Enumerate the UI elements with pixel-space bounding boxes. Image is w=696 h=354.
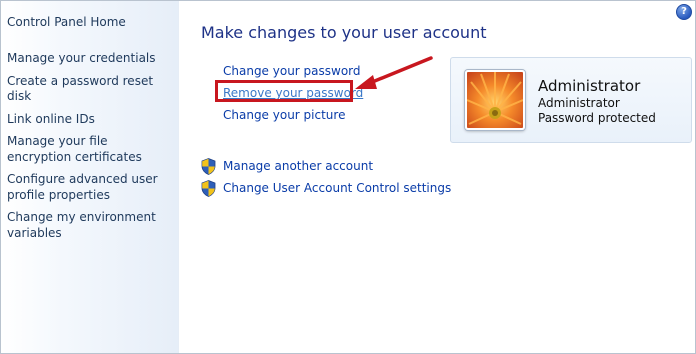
change-password-link[interactable]: Change your password (223, 64, 361, 78)
control-panel-home-link[interactable]: Control Panel Home (7, 15, 126, 29)
uac-settings-label: Change User Account Control settings (223, 181, 452, 195)
avatar[interactable] (465, 70, 525, 130)
manage-another-account-link[interactable]: Manage another account (201, 157, 373, 175)
left-sidebar: Control Panel Home Manage your credentia… (1, 1, 179, 353)
sidebar-item-link-online-ids[interactable]: Link online IDs (7, 112, 172, 128)
account-type: Administrator (538, 96, 620, 110)
sidebar-item-password-reset-disk[interactable]: Create a password reset disk (7, 74, 172, 105)
sidebar-item-manage-credentials[interactable]: Manage your credentials (7, 51, 172, 67)
uac-settings-link[interactable]: Change User Account Control settings (201, 179, 451, 197)
annotation-arrow-icon (355, 56, 433, 89)
sidebar-item-environment-variables[interactable]: Change my environment variables (7, 210, 172, 241)
sidebar-item-file-encryption-certificates[interactable]: Manage your file encryption certificates (7, 134, 172, 165)
sidebar-item-advanced-profile-properties[interactable]: Configure advanced user profile properti… (7, 172, 172, 203)
uac-shield-icon (201, 179, 216, 197)
account-status: Password protected (538, 111, 656, 125)
uac-shield-icon (201, 157, 216, 175)
account-name: Administrator (538, 77, 641, 95)
sidebar-task-list: Manage your credentials Create a passwor… (7, 51, 172, 248)
page-title: Make changes to your user account (201, 23, 487, 42)
account-card: Administrator Administrator Password pro… (450, 57, 692, 143)
control-panel-window: Control Panel Home Manage your credentia… (0, 0, 696, 354)
highlight-box (215, 80, 353, 102)
help-icon[interactable]: ? (676, 4, 692, 20)
flower-avatar-icon (467, 72, 523, 128)
change-picture-link[interactable]: Change your picture (223, 108, 345, 122)
manage-another-account-label: Manage another account (223, 159, 374, 173)
